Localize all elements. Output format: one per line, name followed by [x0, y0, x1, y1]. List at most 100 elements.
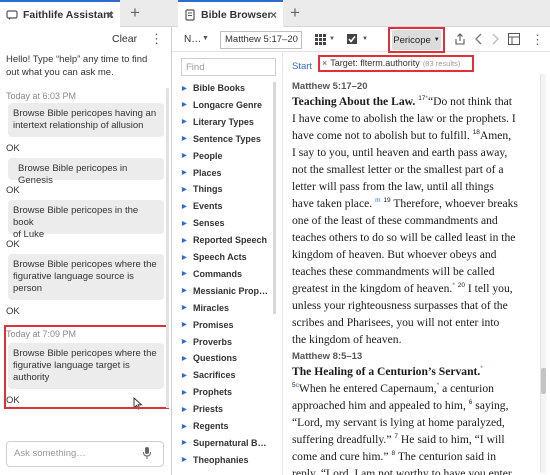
navigation-dropdown[interactable]: N… — [184, 34, 201, 45]
query-text: Browse Bible pericopes in Genesis — [18, 163, 128, 186]
expand-triangle-icon[interactable]: ▶ — [182, 135, 188, 142]
grid-icon[interactable] — [313, 32, 327, 46]
section-reference[interactable]: Matthew 5:17–20 — [292, 81, 368, 92]
tab-bible-browser[interactable]: Bible Browser × — [178, 0, 283, 27]
expand-triangle-icon[interactable]: ▶ — [182, 304, 188, 311]
tree-item[interactable]: ▶ Sentence Types — [182, 134, 261, 144]
tree-item[interactable]: ▶ Senses — [182, 218, 225, 228]
tree-item[interactable]: ▶ Literary Types — [182, 117, 254, 127]
tree-item[interactable]: ▶ Bible Books — [182, 83, 245, 93]
expand-triangle-icon[interactable]: ▶ — [182, 169, 188, 176]
highlight-latest-query — [4, 325, 169, 409]
tree-item[interactable]: ▶ Prophets — [182, 387, 232, 397]
tree-item[interactable]: ▶ Longacre Genre — [182, 100, 262, 110]
tree-item[interactable]: ▶ People — [182, 151, 223, 161]
checkbox-icon[interactable] — [345, 32, 359, 46]
chevron-down-icon[interactable]: ▼ — [329, 36, 335, 42]
greeting-line: Hello! Type “help” any time to find — [6, 54, 148, 65]
note-marker[interactable]: * — [452, 282, 455, 289]
message-timestamp: Today at 6:03 PM — [6, 91, 77, 101]
expand-triangle-icon[interactable]: ▶ — [182, 152, 188, 159]
expand-triangle-icon[interactable]: ▶ — [182, 338, 188, 345]
verse-number: 18 — [472, 129, 480, 137]
expand-triangle-icon[interactable]: ▶ — [182, 237, 188, 244]
expand-triangle-icon[interactable]: ▶ — [182, 203, 188, 210]
expand-triangle-icon[interactable]: ▶ — [182, 101, 188, 108]
close-icon[interactable]: × — [107, 9, 114, 21]
bible-text-section-2: The Healing of a Centurion’s Servant.* 5… — [292, 365, 512, 475]
tree-item[interactable]: ▶ Promises — [182, 320, 234, 330]
start-link[interactable]: Start — [292, 61, 312, 72]
expand-triangle-icon[interactable]: ▶ — [182, 321, 188, 328]
browser-tab-title: Bible Browser — [201, 8, 272, 21]
query-text: person — [13, 283, 43, 294]
tree-item[interactable]: ▶ Sacrifices — [182, 370, 236, 380]
tree-item[interactable]: ▶ Things — [182, 184, 223, 194]
user-query-bubble[interactable]: Browse Bible pericopes where the figurat… — [8, 254, 164, 300]
assistant-tab-title: Faithlife Assistant — [23, 8, 114, 21]
section-reference[interactable]: Matthew 8:5–13 — [292, 351, 362, 362]
expand-triangle-icon[interactable]: ▶ — [182, 423, 188, 430]
greeting-line: out what you can ask me. — [6, 67, 114, 78]
pane-divider[interactable] — [282, 53, 283, 475]
user-query-bubble[interactable]: Browse Bible pericopes in the book of Lu… — [8, 200, 164, 240]
tree-item[interactable]: ▶ Questions — [182, 353, 237, 363]
expand-triangle-icon[interactable]: ▶ — [182, 186, 188, 193]
tree-item[interactable]: ▶ Messianic Prop… — [182, 286, 268, 296]
expand-triangle-icon[interactable]: ▶ — [182, 254, 188, 261]
expand-triangle-icon[interactable]: ▶ — [182, 355, 188, 362]
expand-triangle-icon[interactable]: ▶ — [182, 406, 188, 413]
tree-item[interactable]: ▶ Places — [182, 168, 222, 178]
tab-faithlife-assistant[interactable]: Faithlife Assistant × — [0, 0, 120, 27]
user-query-bubble[interactable]: Browse Bible pericopes in Genesis — [8, 158, 164, 186]
tree-item-label: Things — [193, 184, 223, 195]
chevron-down-icon[interactable]: ▼ — [362, 36, 368, 42]
note-marker[interactable]: * — [437, 382, 440, 389]
note-marker[interactable]: m — [375, 197, 380, 204]
tree-item[interactable]: ▶ Supernatural B… — [182, 438, 267, 448]
expand-triangle-icon[interactable]: ▶ — [182, 439, 188, 446]
expand-triangle-icon[interactable]: ▶ — [182, 456, 188, 463]
new-tab-button[interactable]: + — [130, 4, 140, 21]
text-scrollbar[interactable] — [540, 74, 546, 473]
forward-arrow-icon[interactable] — [488, 32, 502, 46]
text-scrollbar-thumb[interactable] — [541, 368, 546, 394]
reference-value: Matthew 5:17–20 — [225, 34, 298, 45]
expand-triangle-icon[interactable]: ▶ — [182, 372, 188, 379]
assistant-scrollbar[interactable] — [166, 88, 169, 408]
tree-item[interactable]: ▶ Commands — [182, 269, 242, 279]
section-heading: The Healing of a Centurion’s Servant. — [292, 365, 481, 378]
layout-icon[interactable] — [507, 32, 521, 46]
expand-triangle-icon[interactable]: ▶ — [182, 220, 188, 227]
tree-item[interactable]: ▶ Priests — [182, 404, 223, 414]
bible-text-section-1: Teaching About the Law. 17*“Do not think… — [292, 95, 518, 346]
tree-item-label: Literary Types — [193, 116, 254, 127]
tree-item[interactable]: ▶ Theophanies — [182, 455, 249, 465]
note-marker[interactable]: * — [480, 365, 483, 372]
expand-triangle-icon[interactable]: ▶ — [182, 287, 188, 294]
tree-item[interactable]: ▶ Miracles — [182, 303, 229, 313]
tree-item[interactable]: ▶ Speech Acts — [182, 252, 247, 262]
expand-triangle-icon[interactable]: ▶ — [182, 118, 188, 125]
expand-triangle-icon[interactable]: ▶ — [182, 389, 188, 396]
user-query-bubble[interactable]: Browse Bible pericopes having an interte… — [8, 103, 164, 137]
tree-item[interactable]: ▶ Reported Speech — [182, 235, 267, 245]
microphone-icon[interactable] — [142, 446, 152, 463]
new-tab-button[interactable]: + — [290, 4, 300, 21]
tree-item[interactable]: ▶ Regents — [182, 421, 229, 431]
close-icon[interactable]: × — [270, 9, 277, 21]
tree-item[interactable]: ▶ Events — [182, 201, 223, 211]
expand-triangle-icon[interactable]: ▶ — [182, 85, 188, 92]
chevron-down-icon[interactable]: ▼ — [202, 35, 209, 42]
back-arrow-icon[interactable] — [472, 32, 486, 46]
assistant-menu-icon[interactable]: ⋮ — [150, 32, 163, 45]
clear-button[interactable]: Clear — [112, 33, 137, 45]
query-text: Browse Bible pericopes having an — [13, 108, 157, 119]
assistant-reply: OK — [6, 185, 20, 196]
browser-menu-icon[interactable]: ⋮ — [531, 33, 544, 46]
expand-triangle-icon[interactable]: ▶ — [182, 270, 188, 277]
share-icon[interactable] — [453, 32, 467, 46]
tree-item[interactable]: ▶ Proverbs — [182, 337, 232, 347]
tree-item-label: Miracles — [193, 302, 230, 313]
tree-scrollbar[interactable] — [273, 82, 276, 314]
